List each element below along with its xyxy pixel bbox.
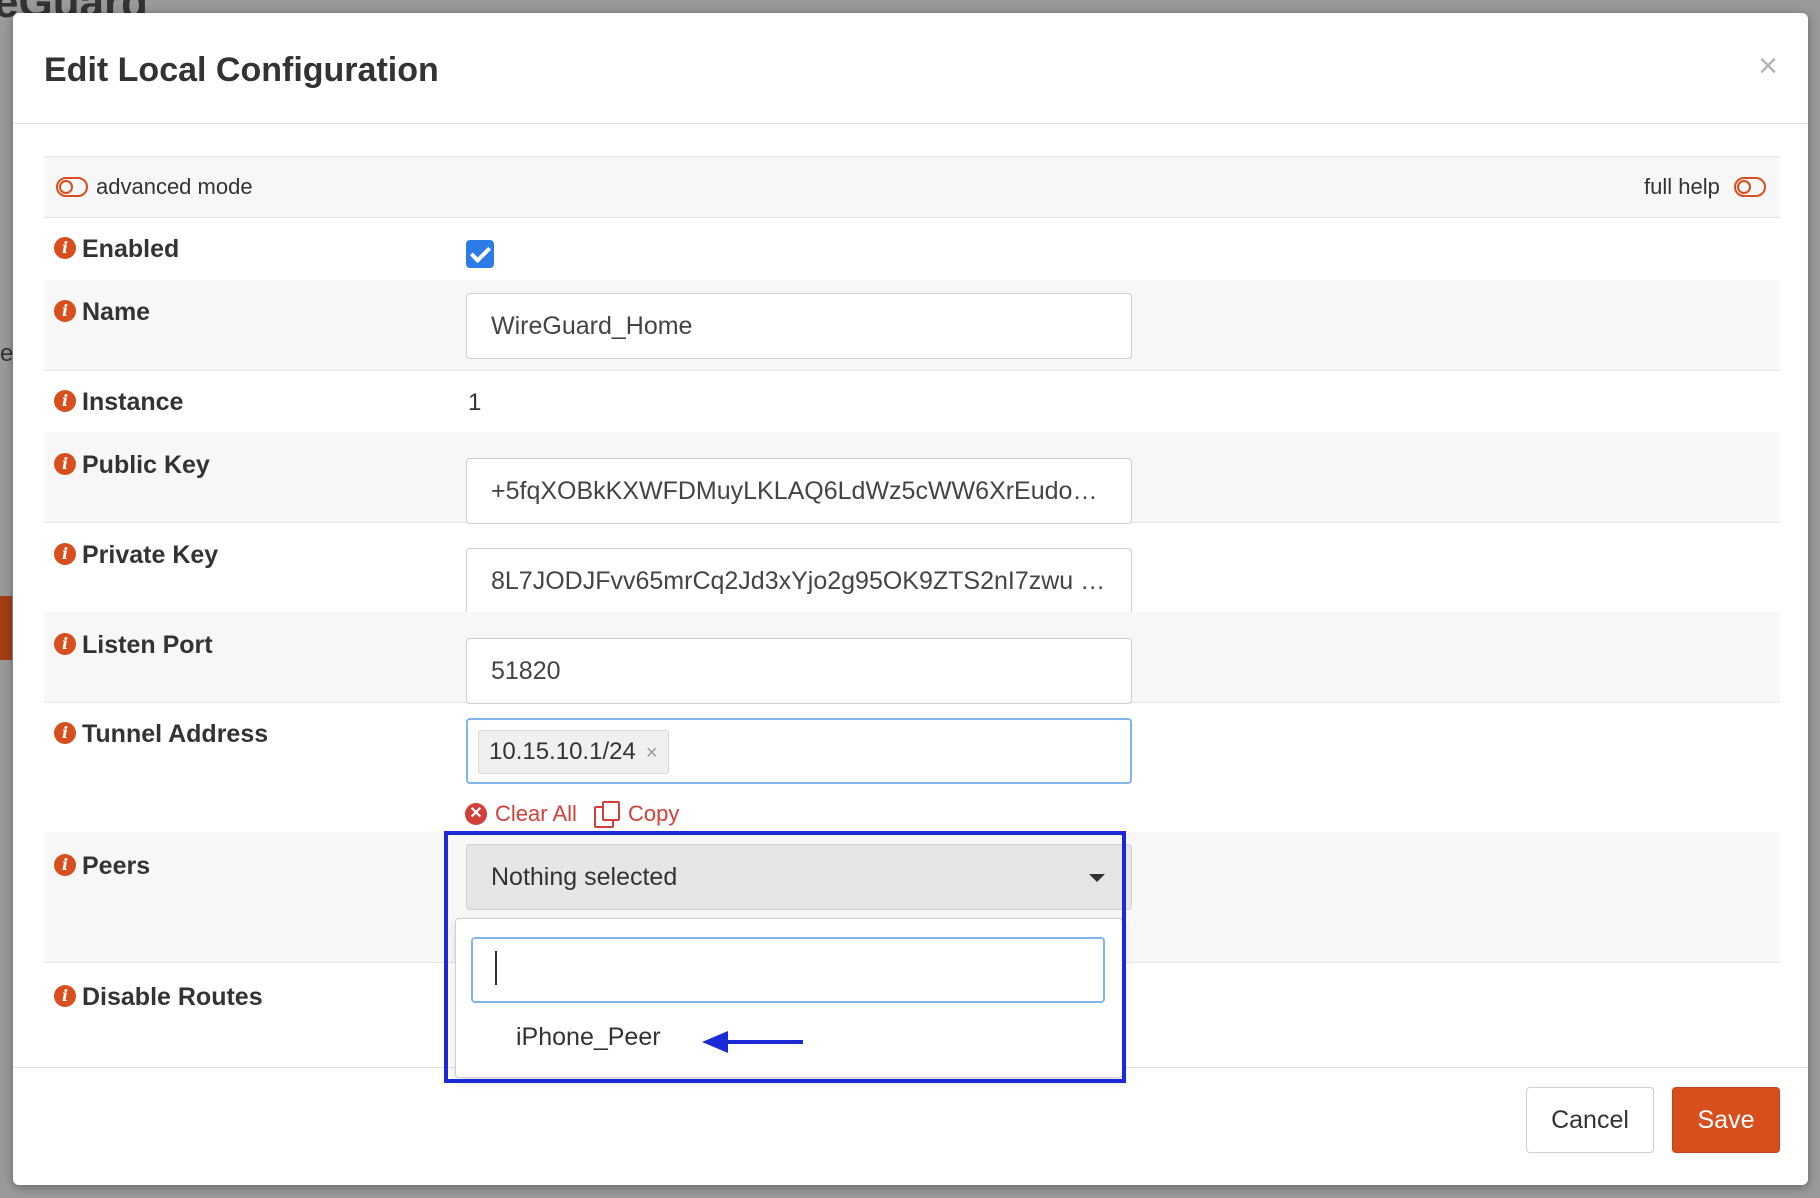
peers-selected-text: Nothing selected: [491, 863, 678, 891]
private-key-label: Private Key: [82, 541, 219, 569]
arrow-left-icon: [702, 1031, 803, 1053]
listen-port-label: Listen Port: [82, 631, 213, 659]
modal-header: Edit Local Configuration ×: [13, 13, 1808, 124]
peers-label: Peers: [82, 852, 151, 880]
full-help-label[interactable]: full help: [1644, 174, 1720, 200]
public-key-info-icon[interactable]: i: [54, 453, 76, 475]
tunnel-address-tag-input[interactable]: 10.15.10.1/24 ×: [466, 718, 1132, 784]
save-button[interactable]: Save: [1672, 1087, 1780, 1153]
peers-select-button[interactable]: Nothing selected: [466, 844, 1132, 910]
close-icon[interactable]: ×: [1758, 47, 1778, 86]
copy-icon[interactable]: [594, 801, 620, 828]
peer-option-iphone-peer[interactable]: iPhone_Peer: [516, 1023, 661, 1052]
tunnel-address-info-icon[interactable]: i: [54, 722, 76, 744]
enabled-checkbox[interactable]: [466, 240, 494, 268]
enabled-row: i Enabled: [44, 216, 1780, 281]
name-label: Name: [82, 298, 151, 326]
background-nav-item: [0, 596, 12, 660]
copy-link[interactable]: Copy: [628, 801, 679, 827]
enabled-label: Enabled: [82, 235, 180, 263]
instance-label: Instance: [82, 388, 184, 416]
name-input[interactable]: WireGuard_Home: [466, 293, 1132, 359]
disable-routes-label: Disable Routes: [82, 983, 263, 1011]
private-key-row: i Private Key 8L7JODJFvv65mrCq2Jd3xYjo2g…: [44, 522, 1780, 614]
remove-tag-icon[interactable]: ×: [646, 742, 658, 764]
tag-text: 10.15.10.1/24: [489, 738, 636, 765]
public-key-row: i Public Key +5fqXOBkKXWFDMuyLKLAQ6LdWz5…: [44, 432, 1780, 524]
clear-all-icon[interactable]: ✕: [465, 803, 487, 825]
public-key-label: Public Key: [82, 451, 210, 479]
text-cursor: [495, 951, 497, 985]
private-key-input[interactable]: 8L7JODJFvv65mrCq2Jd3xYjo2g95OK9ZTS2nI7zw…: [466, 548, 1132, 614]
peers-info-icon[interactable]: i: [54, 854, 76, 876]
disable-routes-info-icon[interactable]: i: [54, 985, 76, 1007]
background-text-fragment: e: [0, 340, 14, 367]
enabled-info-icon[interactable]: i: [54, 237, 76, 259]
mode-toggles-row: advanced mode full help: [44, 156, 1780, 218]
caret-down-icon: [1089, 874, 1105, 882]
tunnel-address-label: Tunnel Address: [82, 720, 269, 748]
name-info-icon[interactable]: i: [54, 300, 76, 322]
listen-port-input[interactable]: 51820: [466, 638, 1132, 704]
public-key-input[interactable]: +5fqXOBkKXWFDMuyLKLAQ6LdWz5cWW6XrEudoZ …: [466, 458, 1132, 524]
listen-port-info-icon[interactable]: i: [54, 633, 76, 655]
instance-info-icon[interactable]: i: [54, 390, 76, 412]
advanced-mode-label[interactable]: advanced mode: [96, 174, 253, 200]
instance-value: 1: [468, 389, 482, 416]
modal-title: Edit Local Configuration: [44, 51, 439, 89]
private-key-info-icon[interactable]: i: [54, 543, 76, 565]
clear-all-link[interactable]: Clear All: [495, 801, 577, 827]
advanced-mode-toggle-icon[interactable]: [56, 177, 88, 197]
peers-search-input[interactable]: [471, 937, 1105, 1003]
full-help-toggle-icon[interactable]: [1734, 177, 1766, 197]
tunnel-address-tag: 10.15.10.1/24 ×: [478, 730, 669, 774]
instance-row: i Instance 1: [44, 370, 1780, 433]
name-row: i Name WireGuard_Home: [44, 280, 1780, 371]
listen-port-row: i Listen Port 51820: [44, 612, 1780, 704]
tunnel-address-row: i Tunnel Address 10.15.10.1/24 × ✕ Clear …: [44, 702, 1780, 833]
cancel-button[interactable]: Cancel: [1526, 1087, 1654, 1153]
